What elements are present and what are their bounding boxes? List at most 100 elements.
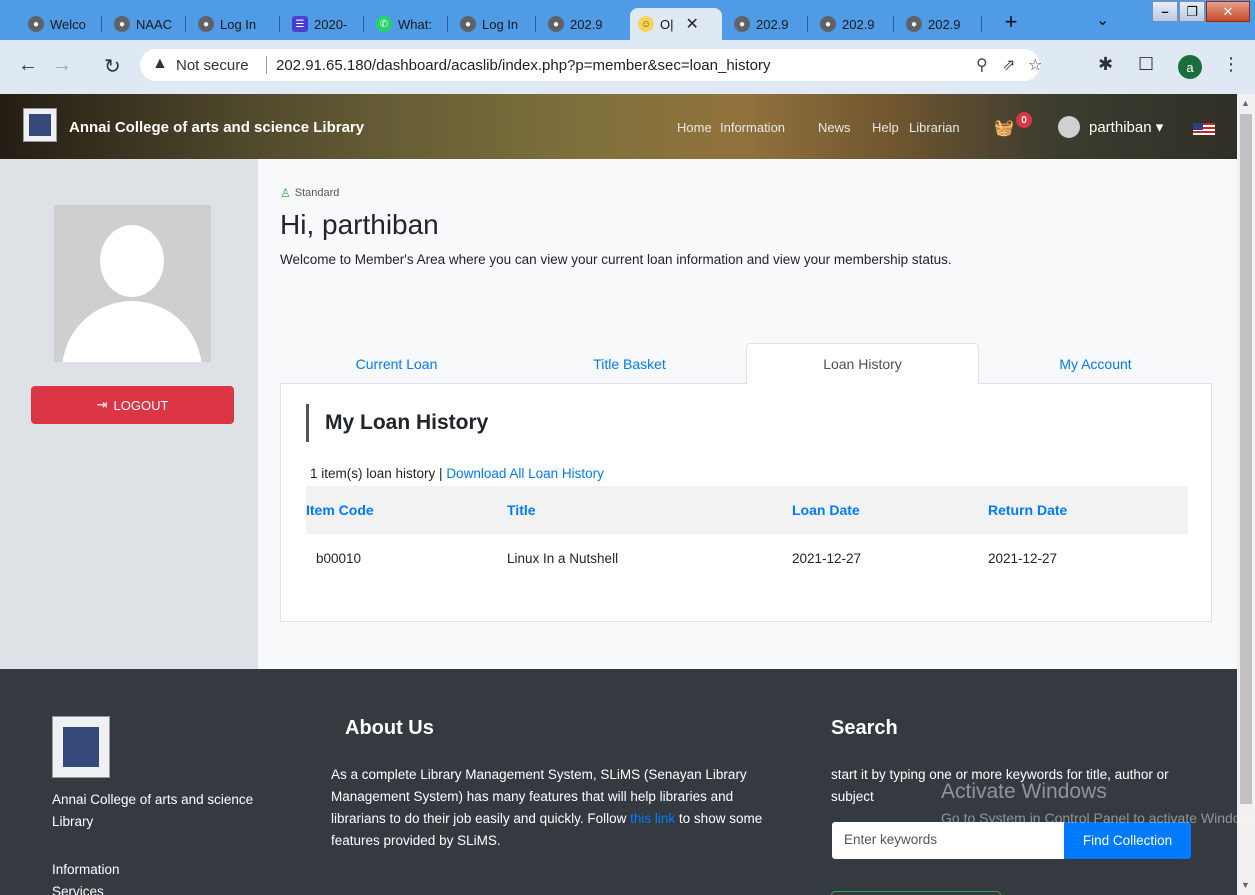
smile-icon: ☺ (638, 16, 654, 32)
browser-tab[interactable]: ● Welco (20, 8, 102, 40)
minimize-button[interactable]: – (1152, 1, 1178, 22)
browser-tab[interactable]: ✆ What: (368, 8, 448, 40)
zoom-icon[interactable]: ⚲ (976, 55, 988, 75)
about-text: As a complete Library Management System,… (331, 764, 781, 852)
site-header: Annai College of arts and science Librar… (0, 94, 1237, 159)
table-header: Item Code Title Loan Date Return Date (306, 486, 1188, 534)
brand-name[interactable]: Annai College of arts and science Librar… (69, 119, 364, 136)
globe-icon: ● (28, 16, 44, 32)
download-history-link[interactable]: Download All Loan History (446, 466, 604, 481)
warning-icon[interactable]: ▲ (152, 55, 168, 73)
nav-home[interactable]: Home (677, 120, 712, 135)
tab-label: O| (660, 16, 674, 32)
browser-tab-active[interactable]: ☺ O| ✕ (630, 8, 722, 40)
browser-tab[interactable]: ● Log In (452, 8, 536, 40)
browser-tab[interactable]: ● 202.9 (812, 8, 894, 40)
advanced-search-button[interactable] (831, 891, 1001, 895)
profile-avatar[interactable]: a (1178, 55, 1202, 79)
tab-label: 202.9 (756, 16, 789, 32)
close-window-button[interactable]: ✕ (1206, 1, 1250, 22)
page-title: Hi, parthiban (280, 209, 439, 240)
username-label: parthiban (1089, 119, 1152, 136)
browser-tab[interactable]: ● 202.9 (726, 8, 808, 40)
keyword-search-input[interactable]: Enter keywords (832, 822, 1064, 859)
tab-loan-history[interactable]: Loan History (746, 343, 979, 385)
security-label[interactable]: Not secure (176, 57, 249, 74)
column-header[interactable]: Item Code (306, 502, 374, 518)
nav-news[interactable]: News (818, 120, 851, 135)
globe-icon: ● (906, 16, 922, 32)
close-icon[interactable]: ✕ (686, 14, 699, 34)
column-header[interactable]: Return Date (988, 502, 1067, 518)
browser-tab[interactable]: ☰ 2020- (284, 8, 364, 40)
whatsapp-icon: ✆ (376, 16, 392, 32)
cell-loan-date: 2021-12-27 (792, 550, 862, 566)
url-text[interactable]: 202.91.65.180/dashboard/acaslib/index.ph… (276, 57, 771, 74)
table-row: b00010 Linux In a Nutshell 2021-12-27 20… (306, 534, 1188, 582)
page-scrollbar[interactable]: ▲ ▼ (1237, 94, 1255, 895)
language-flag-icon[interactable] (1193, 123, 1215, 135)
scrollbar-thumb[interactable] (1240, 114, 1252, 804)
history-count: 1 item(s) loan history | Download All Lo… (310, 466, 604, 481)
reload-icon[interactable]: ↻ (104, 54, 121, 79)
about-heading: About Us (345, 717, 434, 739)
browser-tab[interactable]: ● NAAC (106, 8, 186, 40)
user-avatar[interactable] (1058, 116, 1080, 138)
column-header[interactable]: Title (507, 502, 536, 518)
slims-features-link[interactable]: this link (630, 811, 675, 826)
search-heading: Search (831, 717, 898, 739)
activate-windows-hint: Go to System in Control Panel to activat… (941, 810, 1255, 826)
globe-icon: ● (460, 16, 476, 32)
back-arrow-icon[interactable]: ← (18, 54, 38, 77)
nav-librarian[interactable]: Librarian (909, 120, 960, 135)
sidepanel-icon[interactable]: ☐ (1138, 54, 1154, 75)
browser-tab[interactable]: ● 202.9 (898, 8, 982, 40)
tab-my-account[interactable]: My Account (979, 343, 1212, 384)
address-bar[interactable]: ▲ Not secure 202.91.65.180/dashboard/aca… (140, 49, 1042, 81)
browser-toolbar: ← → ↻ ▲ Not secure 202.91.65.180/dashboa… (0, 40, 1255, 94)
welcome-text: Welcome to Member's Area where you can v… (280, 252, 952, 267)
chevron-down-icon[interactable]: ⌄ (1096, 10, 1109, 30)
tab-label: NAAC (136, 16, 173, 32)
forward-arrow-icon[interactable]: → (52, 54, 72, 77)
cell-return-date: 2021-12-27 (988, 550, 1058, 566)
footer-library-name: Annai College of arts and science Librar… (52, 792, 254, 829)
logout-label: LOGOUT (113, 397, 169, 413)
column-header[interactable]: Loan Date (792, 502, 860, 518)
footer-logo (52, 716, 110, 778)
menu-icon[interactable]: ⋮ (1222, 54, 1240, 75)
basket-count-badge: 0 (1016, 112, 1032, 128)
share-icon[interactable]: ⇗ (1002, 55, 1015, 75)
tab-label: 202.9 (570, 16, 603, 32)
browser-tab-strip: ● Welco ● NAAC ● Log In ☰ 2020- ✆ What: … (0, 0, 1255, 40)
tab-current-loan[interactable]: Current Loan (280, 343, 513, 384)
find-collection-button[interactable]: Find Collection (1064, 822, 1191, 859)
tab-title-basket[interactable]: Title Basket (513, 343, 746, 384)
scroll-down-icon[interactable]: ▼ (1241, 880, 1250, 890)
browser-tab[interactable]: ● Log In (190, 8, 280, 40)
scroll-up-icon[interactable]: ▲ (1241, 98, 1250, 108)
footer-links: Information Services (52, 859, 120, 895)
member-type-label: Standard (294, 187, 340, 199)
globe-icon: ● (198, 16, 214, 32)
tab-label: 202.9 (928, 16, 961, 32)
logout-button[interactable]: ⇥ LOGOUT (31, 386, 234, 424)
section-title: My Loan History (306, 404, 488, 442)
history-count-text: 1 item(s) loan history | (310, 466, 447, 481)
tab-label: Log In (220, 16, 257, 32)
globe-icon: ● (114, 16, 130, 32)
nav-information[interactable]: Information (720, 120, 785, 135)
browser-tab[interactable]: ● 202.9 (540, 8, 624, 40)
extensions-icon[interactable]: ✱ (1098, 54, 1113, 75)
footer-link-information[interactable]: Information (52, 859, 120, 881)
maximize-button[interactable]: ❐ (1179, 1, 1205, 22)
user-menu[interactable]: parthiban ▾ (1089, 118, 1163, 136)
tab-label: Welco (50, 16, 86, 32)
library-logo[interactable] (23, 108, 57, 142)
basket-icon[interactable]: 🧺 (994, 118, 1014, 138)
new-tab-button[interactable]: + (996, 8, 1026, 36)
member-photo (54, 205, 211, 362)
nav-help[interactable]: Help (872, 120, 899, 135)
star-icon[interactable]: ☆ (1028, 55, 1042, 75)
footer-link-services[interactable]: Services (52, 881, 120, 895)
